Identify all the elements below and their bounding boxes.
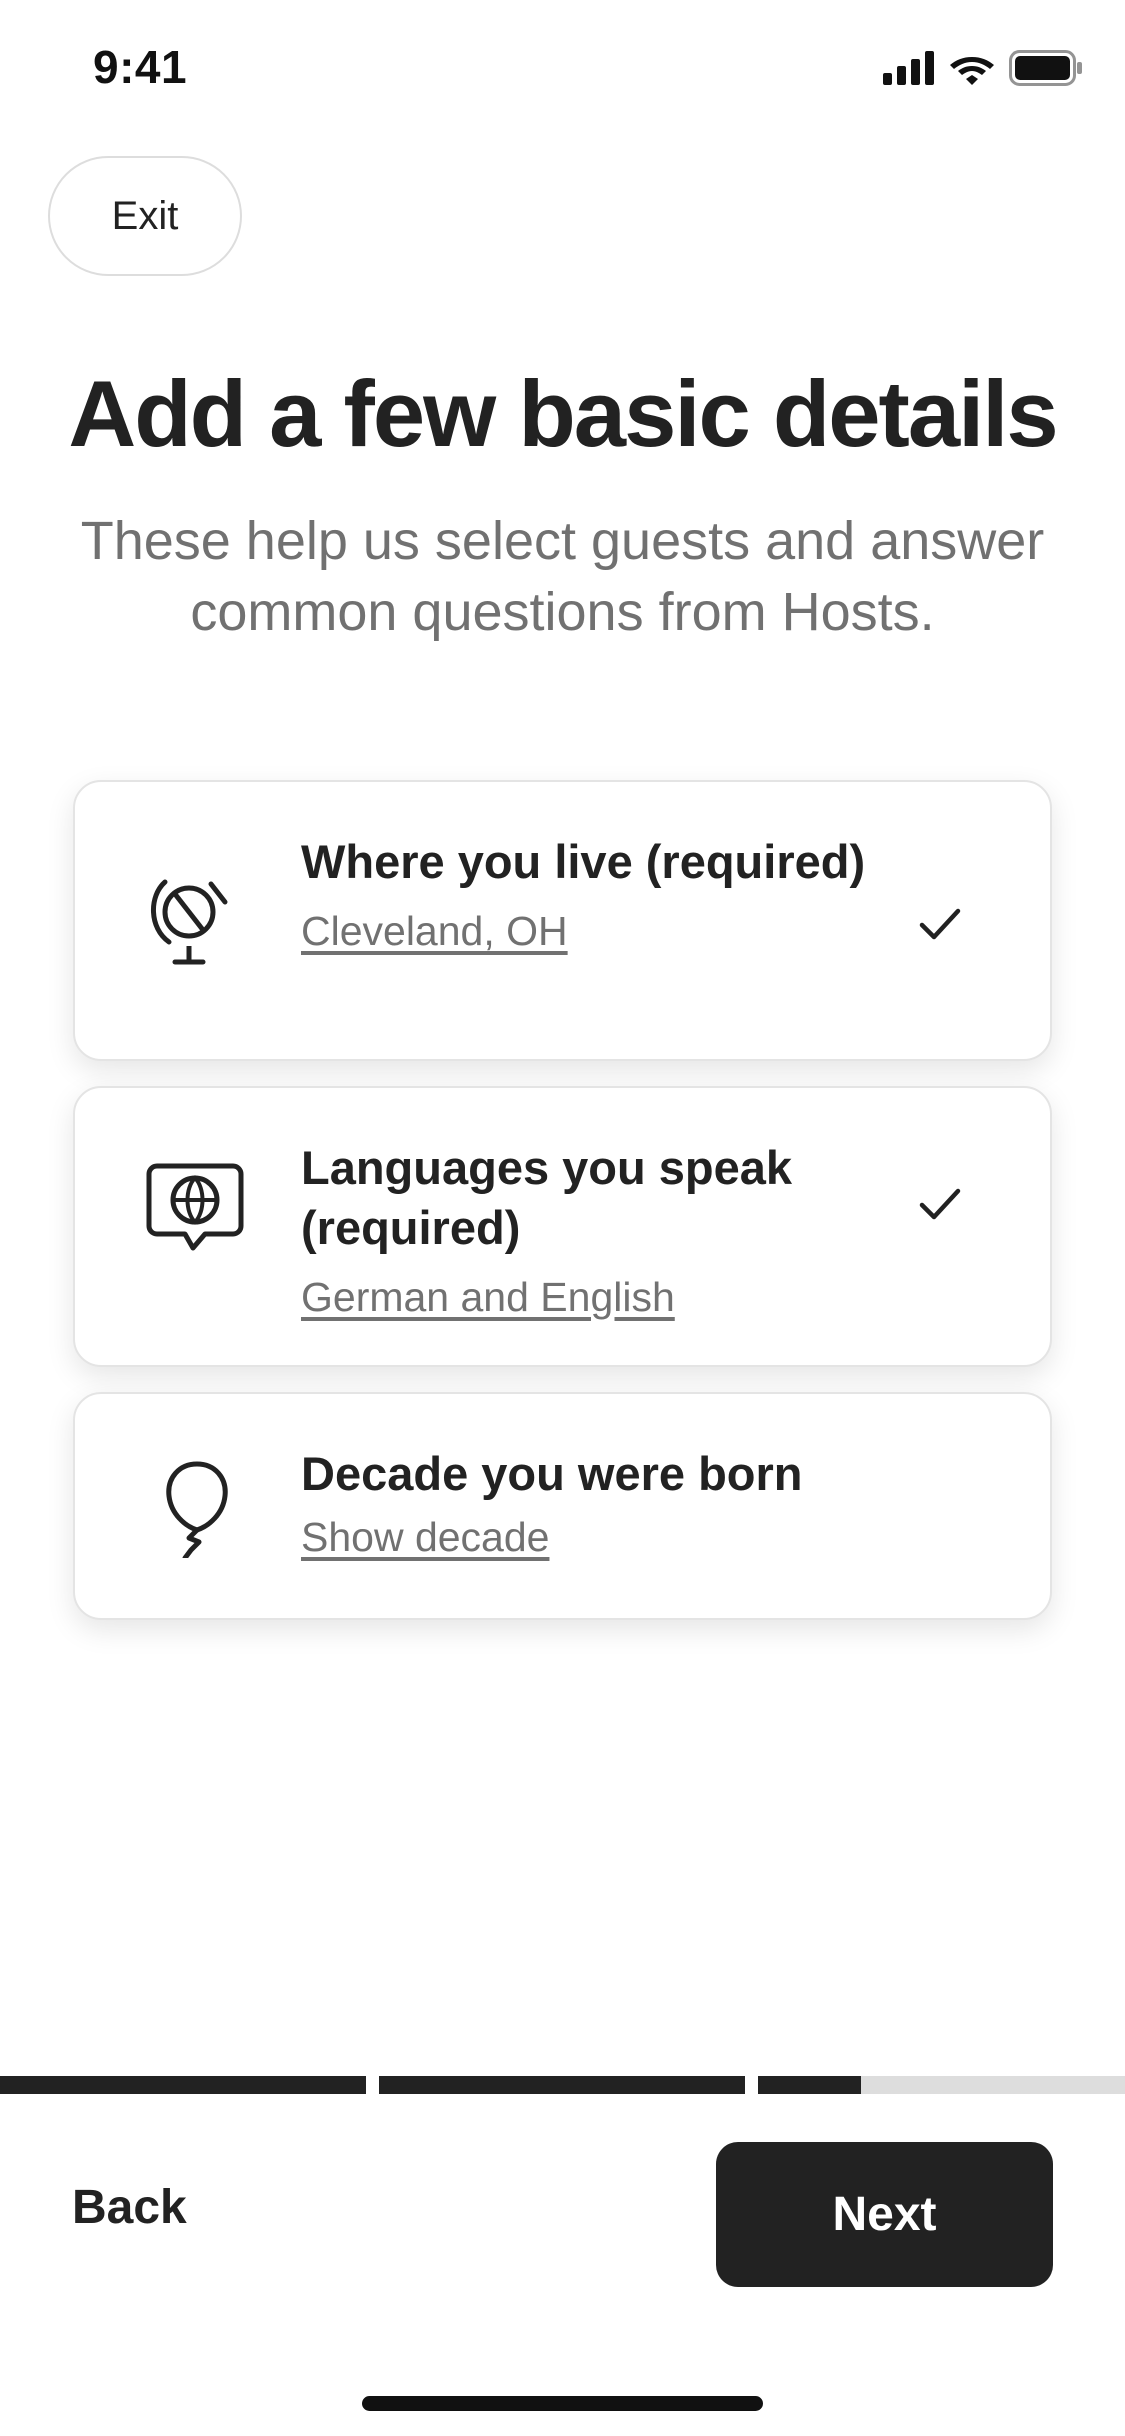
- language-bubble-icon: [146, 1163, 244, 1251]
- back-button[interactable]: Back: [72, 2180, 187, 2235]
- languages-card[interactable]: Languages you speak (required) German an…: [73, 1086, 1052, 1367]
- status-icons: [883, 50, 1083, 86]
- progress-segment-1: [0, 2076, 366, 2094]
- card-value-link[interactable]: Show decade: [301, 1512, 549, 1562]
- next-button-label: Next: [832, 2188, 937, 2241]
- battery-icon: [1009, 50, 1082, 86]
- home-indicator: [362, 2396, 763, 2411]
- card-value-link[interactable]: German and English: [301, 1272, 675, 1322]
- card-value-link[interactable]: Cleveland, OH: [301, 906, 568, 956]
- cellular-signal-icon: [883, 51, 934, 85]
- where-you-live-card[interactable]: Where you live (required) Cleveland, OH: [73, 780, 1052, 1061]
- globe-icon: [151, 879, 228, 965]
- decade-born-card[interactable]: Decade you were born Show decade: [73, 1392, 1052, 1620]
- status-time: 9:41: [93, 41, 188, 93]
- card-title: Where you live (required): [301, 835, 866, 888]
- exit-button-label: Exit: [111, 193, 179, 238]
- progress-bar: [0, 2076, 1125, 2094]
- progress-segment-2: [379, 2076, 745, 2094]
- balloon-icon: [166, 1461, 228, 1558]
- progress-segment-3: [758, 2076, 1125, 2094]
- exit-button[interactable]: Exit: [48, 156, 242, 276]
- checkmark-icon: [919, 908, 961, 940]
- status-bar: 9:41: [0, 0, 1125, 132]
- wifi-icon: [950, 57, 994, 85]
- page-title: Add a few basic details: [68, 361, 1058, 466]
- checkmark-icon: [919, 1188, 961, 1220]
- card-title: Languages you speak (required): [301, 1141, 793, 1254]
- page-subtitle: These help us select guests and answer c…: [80, 511, 1045, 642]
- card-title: Decade you were born: [301, 1447, 803, 1500]
- next-button[interactable]: Next: [716, 2142, 1053, 2287]
